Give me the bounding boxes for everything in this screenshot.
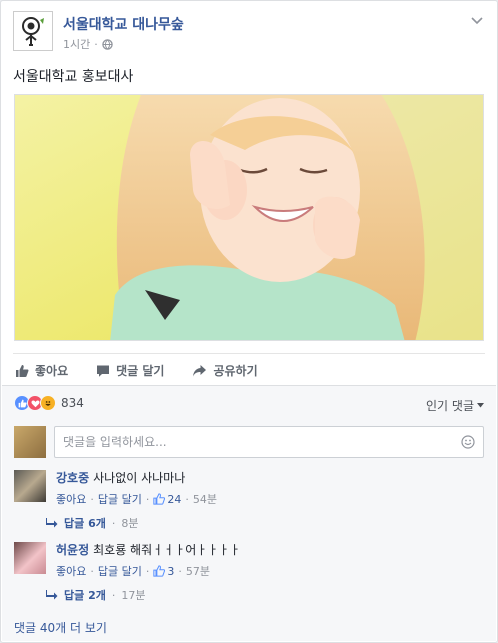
current-user-avatar bbox=[14, 426, 46, 458]
comment-input[interactable] bbox=[55, 427, 441, 457]
comment-like-count[interactable]: 24 bbox=[153, 493, 181, 506]
reactions-summary[interactable]: 834 bbox=[14, 395, 84, 411]
comment-bubble-icon bbox=[97, 365, 110, 377]
page-name[interactable]: 서울대학교 대나무숲 bbox=[63, 14, 184, 34]
thumbs-up-outline-icon bbox=[153, 493, 166, 505]
like-button[interactable]: 좋아요 bbox=[15, 360, 68, 379]
haha-icon bbox=[40, 395, 56, 411]
post-actions-bar: 좋아요 댓글 달기 공유하기 bbox=[13, 353, 485, 385]
replies-count[interactable]: 답글 6개 bbox=[64, 515, 106, 531]
post-time[interactable]: 1시간 bbox=[63, 36, 90, 52]
reply-arrow-icon bbox=[46, 590, 58, 600]
comment-likes-value: 3 bbox=[167, 564, 175, 578]
comment-composer bbox=[14, 426, 484, 458]
emoji-smile-icon[interactable] bbox=[461, 435, 475, 449]
comment-author[interactable]: 강호중 bbox=[56, 471, 89, 485]
comment-body: 허윤정 최호룡 해줘ㅓㅓㅏ어ㅏㅏㅏㅏ 좋아요 · 답글 달기 · 3 · 57분 bbox=[56, 542, 484, 579]
bamboo-logo-icon bbox=[22, 17, 44, 46]
comment-button[interactable]: 댓글 달기 bbox=[96, 360, 164, 379]
thumbs-up-icon bbox=[16, 364, 29, 377]
view-more-comments-link[interactable]: 댓글 40개 더 보기 bbox=[14, 619, 107, 636]
post-card: 서울대학교 대나무숲 1시간 · 서울대학교 홍보대사 좋아요 댓글 달기 공유… bbox=[0, 0, 498, 643]
comment-sort-dropdown[interactable]: 인기 댓글 bbox=[426, 397, 484, 414]
replies-time: 17분 bbox=[121, 589, 146, 602]
comment-meta: 좋아요 · 답글 달기 · 3 · 57분 bbox=[56, 563, 210, 579]
commenter-avatar[interactable] bbox=[14, 470, 46, 502]
post-meta: 1시간 · bbox=[63, 36, 113, 52]
thumbs-up-outline-icon bbox=[153, 565, 166, 577]
comment-author[interactable]: 허윤정 bbox=[56, 543, 89, 557]
comment-time[interactable]: 54분 bbox=[193, 491, 217, 507]
comment-input-box bbox=[54, 426, 484, 458]
view-replies[interactable]: 답글 6개 · 8분 bbox=[46, 515, 138, 531]
photo-illustration bbox=[15, 95, 483, 340]
reaction-count: 834 bbox=[61, 396, 84, 410]
commenter-avatar[interactable] bbox=[14, 542, 46, 574]
comment-reply-link[interactable]: 답글 달기 bbox=[98, 563, 142, 579]
comments-section: 834 인기 댓글 강호중 사나없이 사나마나 bbox=[2, 385, 496, 641]
comment-sort-label: 인기 댓글 bbox=[426, 399, 474, 413]
replies-time: 8분 bbox=[121, 517, 139, 530]
comment-like-count[interactable]: 3 bbox=[153, 565, 174, 578]
page-avatar[interactable] bbox=[13, 11, 53, 51]
reply-arrow-icon bbox=[46, 518, 58, 528]
share-arrow-icon bbox=[193, 364, 207, 376]
globe-icon bbox=[102, 38, 113, 50]
post-header: 서울대학교 대나무숲 1시간 · bbox=[13, 11, 485, 55]
comment-like-link[interactable]: 좋아요 bbox=[56, 491, 86, 507]
share-button-label: 공유하기 bbox=[213, 364, 258, 378]
comment-text: 최호룡 해줘ㅓㅓㅏ어ㅏㅏㅏㅏ bbox=[93, 543, 241, 557]
caret-down-icon bbox=[477, 403, 484, 408]
comment-likes-value: 24 bbox=[167, 492, 182, 506]
comment-reply-link[interactable]: 답글 달기 bbox=[98, 491, 142, 507]
post-text: 서울대학교 홍보대사 bbox=[13, 69, 134, 85]
comment-like-link[interactable]: 좋아요 bbox=[56, 563, 86, 579]
comment-meta: 좋아요 · 답글 달기 · 24 · 54분 bbox=[56, 491, 217, 507]
like-button-label: 좋아요 bbox=[35, 364, 69, 378]
comment-time[interactable]: 57분 bbox=[186, 563, 210, 579]
post-options-chevron-icon[interactable] bbox=[469, 13, 485, 29]
post-photo[interactable] bbox=[14, 94, 484, 341]
replies-count[interactable]: 답글 2개 bbox=[64, 587, 106, 603]
comment-text: 사나없이 사나마나 bbox=[93, 471, 186, 485]
comment-button-label: 댓글 달기 bbox=[116, 364, 165, 378]
comment-body: 강호중 사나없이 사나마나 좋아요 · 답글 달기 · 24 · 54분 bbox=[56, 470, 484, 507]
share-button[interactable]: 공유하기 bbox=[192, 360, 258, 379]
view-replies[interactable]: 답글 2개 · 17분 bbox=[46, 587, 145, 603]
